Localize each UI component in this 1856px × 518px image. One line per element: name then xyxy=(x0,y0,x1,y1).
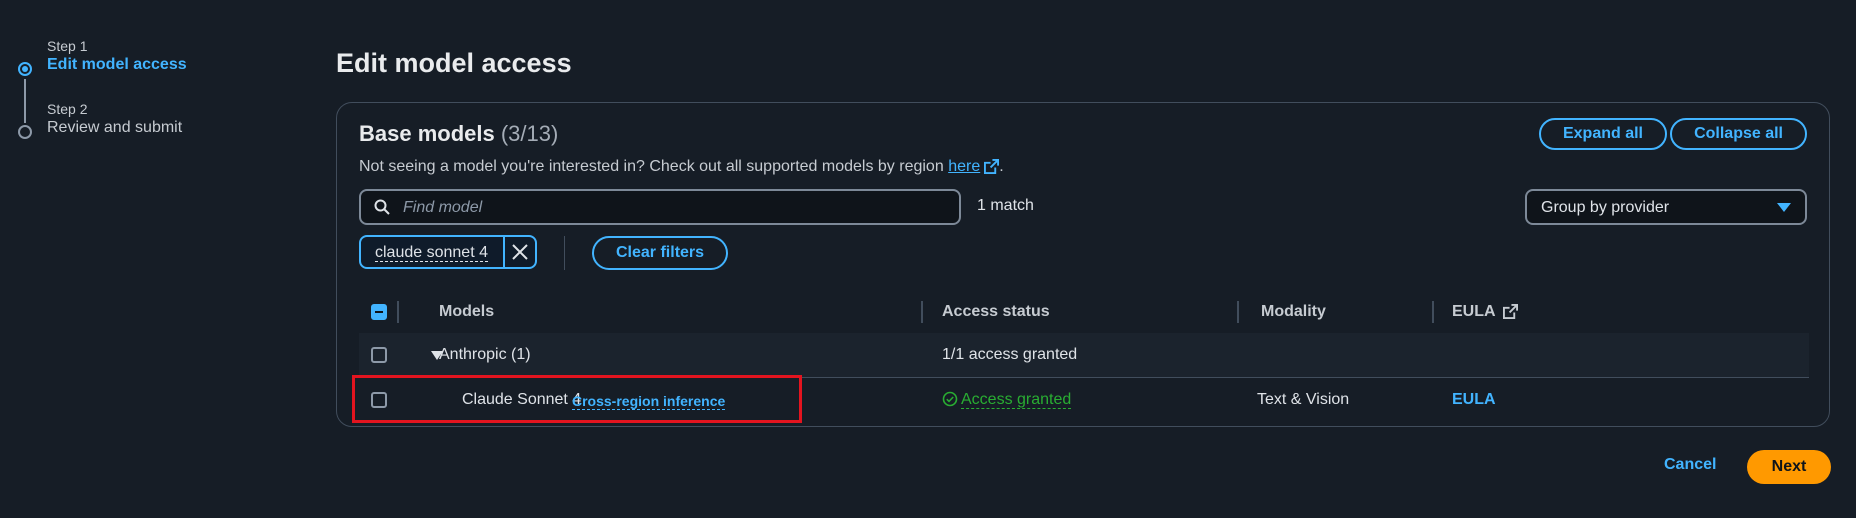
step-1-number: Step 1 xyxy=(47,38,88,54)
container-title: Base models (3/13) xyxy=(359,121,558,147)
step-2-indicator-icon xyxy=(18,125,32,139)
next-button[interactable]: Next xyxy=(1747,450,1831,484)
search-placeholder: Find model xyxy=(403,199,483,216)
access-status: Access granted xyxy=(942,391,1072,412)
external-link-icon xyxy=(1503,304,1519,324)
column-header-modality[interactable]: Modality xyxy=(1261,303,1326,321)
token-divider xyxy=(503,237,505,267)
group-checkbox[interactable] xyxy=(371,347,387,363)
search-input[interactable]: Find model xyxy=(359,189,961,225)
group-name[interactable]: Anthropic (1) xyxy=(439,346,531,364)
table-header: Models Access status Modality EULA xyxy=(359,291,1809,334)
container-title-text: Base models xyxy=(359,121,495,146)
description-text: Not seeing a model you're interested in?… xyxy=(359,158,944,175)
supported-models-link[interactable]: here xyxy=(948,158,980,175)
search-icon xyxy=(374,199,390,220)
step-2-number: Step 2 xyxy=(47,101,88,117)
step-2-label: Review and submit xyxy=(47,119,183,136)
close-icon[interactable] xyxy=(511,243,529,266)
column-header-eula[interactable]: EULA xyxy=(1452,303,1519,324)
clear-filters-button[interactable]: Clear filters xyxy=(592,236,729,270)
external-link-icon[interactable] xyxy=(984,159,1000,179)
column-header-models[interactable]: Models xyxy=(439,303,494,321)
step-1-label[interactable]: Edit model access xyxy=(47,55,234,75)
container-description: Not seeing a model you're interested in?… xyxy=(359,158,1004,179)
collapse-all-button[interactable]: Collapse all xyxy=(1670,118,1807,150)
column-divider xyxy=(1432,301,1434,323)
match-count: 1 match xyxy=(977,197,1034,214)
caret-down-icon xyxy=(1777,203,1791,212)
filter-divider xyxy=(564,236,565,270)
modality: Text & Vision xyxy=(1257,391,1350,408)
wizard-stepper: Step 1 Edit model access Step 2 Review a… xyxy=(14,38,234,139)
highlight-box xyxy=(352,375,802,423)
step-1-indicator-icon xyxy=(18,62,32,76)
column-header-access-status[interactable]: Access status xyxy=(942,303,1050,321)
column-divider xyxy=(921,301,923,323)
column-divider xyxy=(1237,301,1239,323)
expand-all-button[interactable]: Expand all xyxy=(1538,118,1667,150)
step-1[interactable]: Step 1 Edit model access xyxy=(14,38,234,123)
check-circle-icon xyxy=(942,391,958,412)
group-by-value: Group by provider xyxy=(1541,199,1670,216)
column-divider xyxy=(397,301,399,323)
access-granted-text[interactable]: Access granted xyxy=(961,391,1072,409)
filter-token: claude sonnet 4 xyxy=(359,235,537,269)
description-suffix: . xyxy=(999,158,1004,175)
filter-token-text: claude sonnet 4 xyxy=(375,244,488,262)
cancel-button[interactable]: Cancel xyxy=(1664,456,1716,474)
group-access-status: 1/1 access granted xyxy=(942,346,1078,363)
group-row-anthropic: Anthropic (1) 1/1 access granted xyxy=(359,333,1809,378)
eula-link[interactable]: EULA xyxy=(1452,391,1496,409)
step-2: Step 2 Review and submit xyxy=(14,101,234,139)
group-by-select[interactable]: Group by provider xyxy=(1525,189,1807,225)
select-all-checkbox[interactable] xyxy=(371,304,387,320)
eula-header-label: EULA xyxy=(1452,303,1495,320)
page-title: Edit model access xyxy=(336,48,572,78)
model-count: (3/13) xyxy=(500,121,559,146)
